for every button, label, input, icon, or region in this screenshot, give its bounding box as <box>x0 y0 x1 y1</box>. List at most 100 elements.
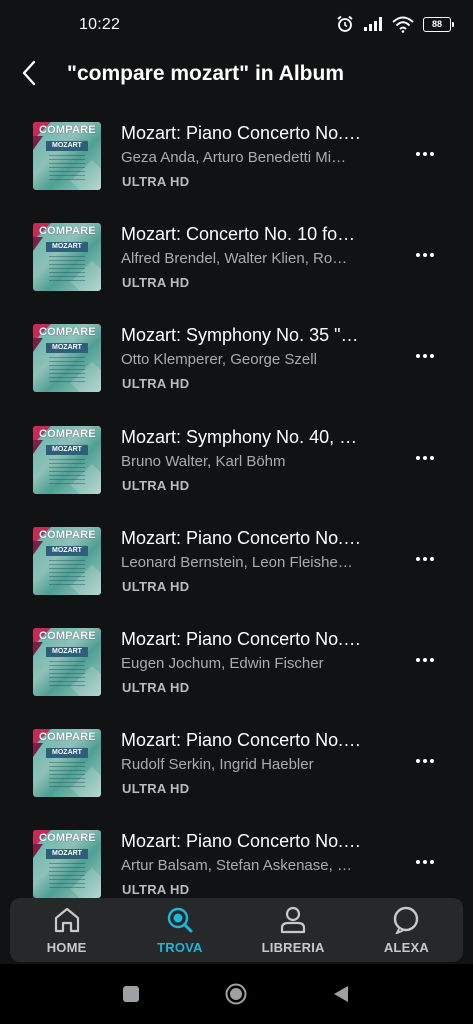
cover-title: COMPARE <box>39 427 96 440</box>
album-artists: Bruno Walter, Karl Böhm <box>121 452 286 470</box>
cover-decoration <box>33 136 43 150</box>
page-title: "compare mozart" in Album <box>67 62 345 85</box>
more-options-button[interactable] <box>408 749 442 773</box>
cover-title: COMPARE <box>39 124 96 136</box>
cover-title: COMPARE <box>39 326 96 339</box>
cover-subtitle: MOZART <box>46 444 88 455</box>
album-cover[interactable]: COMPARE MOZART <box>33 830 101 899</box>
nav-trova[interactable]: TROVA <box>123 898 236 962</box>
cover-subtitle: MOZART <box>46 545 88 556</box>
cover-text-lines <box>49 863 85 890</box>
more-options-button[interactable] <box>408 446 442 470</box>
dot <box>416 759 420 764</box>
cover-decoration <box>33 540 43 555</box>
more-options-button[interactable] <box>408 142 442 166</box>
album-artists: Alfred Brendel, Walter Klien, Ro… <box>121 250 348 268</box>
cover-text-lines <box>49 256 85 283</box>
cover-title: COMPARE <box>39 528 96 541</box>
recents-square-icon[interactable] <box>120 983 142 1005</box>
nav-home-label: HOME <box>46 940 87 955</box>
nav-home[interactable]: HOME <box>10 898 123 962</box>
more-options-button[interactable] <box>408 547 442 571</box>
battery-icon: 88 <box>423 16 454 32</box>
dot <box>430 657 434 662</box>
cover-decoration <box>33 743 43 758</box>
album-title[interactable]: Mozart: Piano Concerto No.… <box>121 123 386 144</box>
dot <box>423 556 427 561</box>
album-cover[interactable]: COMPARE MOZART <box>33 425 101 494</box>
cover-title: COMPARE <box>39 629 96 642</box>
album-row[interactable]: COMPARE MOZART Mozart: Piano Concerto No.…… <box>0 113 473 214</box>
cover-text-lines <box>49 660 85 687</box>
cover-decoration <box>33 237 43 252</box>
album-list: COMPARE MOZART Mozart: Piano Concerto No.…… <box>0 113 473 923</box>
more-options-button[interactable] <box>408 648 442 672</box>
album-cover[interactable]: COMPARE MOZART <box>33 122 101 190</box>
dot <box>423 657 427 662</box>
album-artists: Geza Anda, Arturo Benedetti Mi… <box>121 149 347 166</box>
quality-badge: ULTRA HD <box>122 882 190 898</box>
dot <box>430 354 434 359</box>
dot <box>423 354 427 359</box>
cover-text-lines <box>49 458 85 485</box>
status-time: 10:22 <box>79 16 121 33</box>
album-cover[interactable]: COMPARE MOZART <box>33 526 101 595</box>
album-title[interactable]: Mozart: Concerto No. 10 fo… <box>121 224 386 245</box>
dot <box>416 354 420 359</box>
home-circle-icon[interactable] <box>225 983 247 1005</box>
album-row[interactable]: COMPARE MOZART Mozart: Symphony No. 35 "… O… <box>0 315 473 416</box>
album-artists: Leonard Bernstein, Leon Fleishe… <box>121 553 353 571</box>
album-row[interactable]: COMPARE MOZART Mozart: Symphony No. 40, … B… <box>0 417 473 518</box>
back-button[interactable] <box>14 56 44 90</box>
quality-badge: ULTRA HD <box>122 376 190 392</box>
nav-alexa[interactable]: ALEXA <box>350 898 463 962</box>
dot <box>430 152 434 156</box>
album-title[interactable]: Mozart: Symphony No. 40, … <box>121 427 386 448</box>
album-cover[interactable]: COMPARE MOZART <box>33 729 101 798</box>
album-row[interactable]: COMPARE MOZART Mozart: Piano Concerto No.…… <box>0 518 473 619</box>
cover-subtitle: MOZART <box>46 343 88 354</box>
album-title[interactable]: Mozart: Piano Concerto No.… <box>121 730 386 751</box>
more-options-button[interactable] <box>408 243 442 267</box>
album-artists: Artur Balsam, Stefan Askenase, … <box>121 857 352 875</box>
cover-title: COMPARE <box>39 225 96 238</box>
system-nav-bar <box>0 964 473 1024</box>
back-triangle-icon[interactable] <box>330 983 352 1005</box>
cover-subtitle: MOZART <box>46 748 88 759</box>
album-row[interactable]: COMPARE MOZART Mozart: Concerto No. 10 fo…… <box>0 214 473 315</box>
album-cover[interactable]: COMPARE MOZART <box>33 627 101 696</box>
album-row[interactable]: COMPARE MOZART Mozart: Piano Concerto No.…… <box>0 619 473 720</box>
chevron-left-icon <box>22 60 36 86</box>
search-icon <box>167 907 193 933</box>
dot <box>416 253 420 258</box>
status-bar: 10:22 88 <box>0 0 473 50</box>
nav-libreria-label: LIBRERIA <box>261 940 325 955</box>
album-title[interactable]: Mozart: Piano Concerto No.… <box>121 528 386 549</box>
cover-decoration <box>33 844 43 859</box>
nav-libreria[interactable]: LIBRERIA <box>237 898 350 962</box>
cover-text-lines <box>49 559 85 586</box>
album-title[interactable]: Mozart: Piano Concerto No.… <box>121 831 386 852</box>
dot <box>423 860 427 865</box>
more-options-button[interactable] <box>408 850 442 874</box>
cover-subtitle: MOZART <box>46 849 88 860</box>
album-cover[interactable]: COMPARE MOZART <box>33 324 101 393</box>
quality-badge: ULTRA HD <box>122 477 190 493</box>
cover-title: COMPARE <box>39 832 96 845</box>
screen: 10:22 88 "compare mozart" in Album COMPA… <box>0 0 473 1024</box>
cover-text-lines <box>49 762 85 789</box>
cover-text-lines <box>49 155 85 181</box>
album-title[interactable]: Mozart: Piano Concerto No.… <box>121 629 386 650</box>
dot <box>430 556 434 561</box>
wifi-icon <box>392 16 414 33</box>
album-artists: Rudolf Serkin, Ingrid Haebler <box>121 756 314 774</box>
bottom-nav: HOME TROVA LIBRERIA ALEXA <box>10 898 463 962</box>
album-title[interactable]: Mozart: Symphony No. 35 "… <box>121 325 386 346</box>
quality-badge: ULTRA HD <box>122 578 190 594</box>
album-row[interactable]: COMPARE MOZART Mozart: Piano Concerto No.…… <box>0 720 473 821</box>
album-cover[interactable]: COMPARE MOZART <box>33 223 101 292</box>
cover-decoration <box>33 338 43 353</box>
cover-decoration <box>33 439 43 454</box>
cover-subtitle: MOZART <box>46 646 88 657</box>
more-options-button[interactable] <box>408 344 442 368</box>
